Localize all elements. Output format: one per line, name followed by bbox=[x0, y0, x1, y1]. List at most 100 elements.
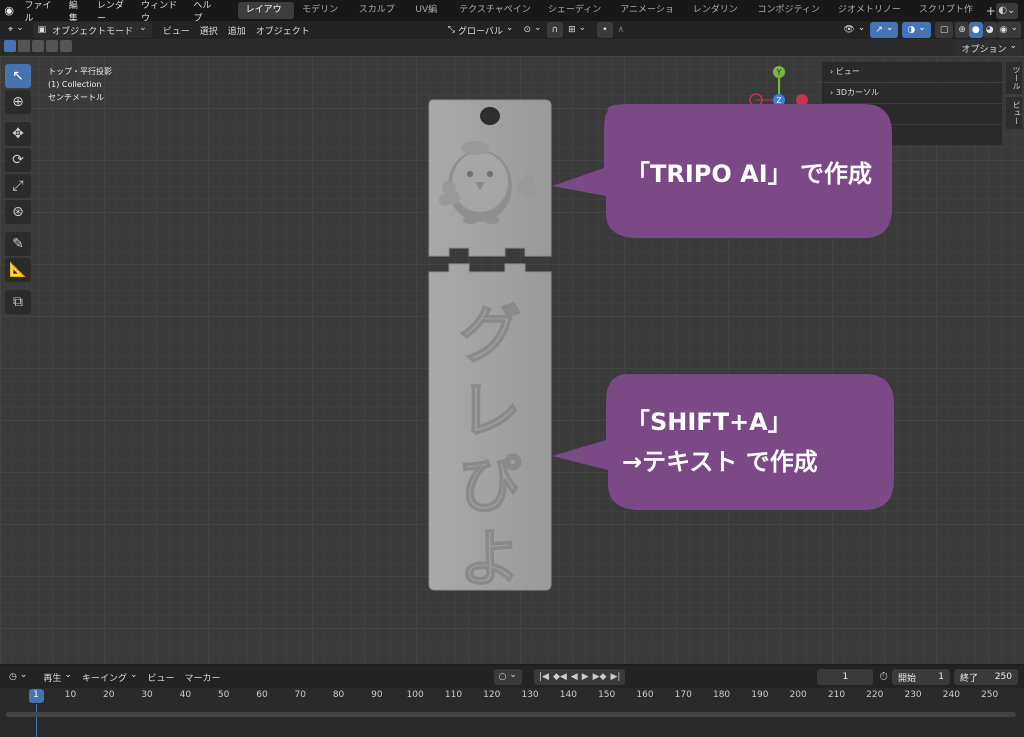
scale-tool[interactable]: ⤢ bbox=[5, 174, 31, 198]
transform-orientation-dropdown[interactable]: ⤡ グローバル bbox=[443, 22, 519, 38]
jump-start-icon[interactable]: |◀ bbox=[537, 672, 551, 682]
scene-selector-icon[interactable]: ◐⌄ bbox=[995, 2, 1018, 19]
play-icon[interactable]: ▶ bbox=[580, 672, 591, 682]
tab-tool[interactable]: ツール bbox=[1006, 62, 1022, 94]
navigation-gizmo[interactable]: Y Z bbox=[746, 62, 810, 108]
tab-layout[interactable]: レイアウト bbox=[237, 2, 295, 32]
tab-rendering[interactable]: レンダリング bbox=[685, 2, 750, 32]
menu-timeline-view[interactable]: ビュー bbox=[143, 669, 180, 685]
end-frame-field[interactable]: 終了 250 bbox=[954, 669, 1018, 685]
menu-playback[interactable]: 再生 bbox=[38, 669, 77, 685]
tool-shelf: ↖ ⊕ ✥ ⟳ ⤢ ⊛ ✎ 📐 ⧉ bbox=[5, 64, 33, 314]
timeline-scrollbar[interactable] bbox=[6, 712, 1016, 717]
add-workspace-button[interactable]: + bbox=[986, 4, 996, 18]
orientation-label: グローバル bbox=[457, 26, 503, 37]
select-invert-icon[interactable] bbox=[46, 40, 58, 52]
tab-uv-editing[interactable]: UV編集 bbox=[407, 2, 451, 32]
move-tool[interactable]: ✥ bbox=[5, 122, 31, 146]
menu-marker[interactable]: マーカー bbox=[180, 669, 226, 685]
timeline-editor-type-button[interactable]: ◷ bbox=[4, 669, 32, 685]
tab-texture-paint[interactable]: テクスチャペイント bbox=[451, 2, 540, 32]
timeline-editor: ◷ 再生 キーイング ビュー マーカー ○ |◀ ◆◀ ◀ ▶ ▶◆ ▶| 1 … bbox=[0, 664, 1024, 737]
blender-logo-icon[interactable]: ◉ bbox=[0, 4, 18, 17]
keyframe-track[interactable] bbox=[0, 704, 1024, 737]
keychain-model[interactable]: グ レ ぴ よ bbox=[425, 96, 555, 594]
mode-dropdown[interactable]: ▣ オブジェクトモード bbox=[32, 22, 152, 38]
cursor-tool[interactable]: ⊕ bbox=[5, 90, 31, 114]
panel-view-label: ビュー bbox=[835, 67, 860, 76]
tab-shading[interactable]: シェーディング bbox=[540, 2, 612, 32]
frame-tick-label: 240 bbox=[942, 690, 960, 700]
add-cube-tool[interactable]: ⧉ bbox=[5, 290, 31, 314]
xray-toggle[interactable]: ▢ bbox=[934, 22, 954, 38]
transform-tool[interactable]: ⊛ bbox=[5, 200, 31, 224]
current-frame-field[interactable]: 1 bbox=[817, 669, 874, 685]
menu-window[interactable]: ウィンドウ bbox=[135, 0, 187, 24]
select-extend-icon[interactable] bbox=[18, 40, 30, 52]
panel-3d-cursor[interactable]: › 3Dカーソル bbox=[822, 83, 1002, 103]
play-reverse-icon[interactable]: ◀ bbox=[569, 672, 580, 682]
shading-rendered-button[interactable]: ◉ bbox=[996, 22, 1021, 38]
snap-target-button[interactable]: ⊞ bbox=[563, 22, 591, 38]
shading-wireframe-button[interactable]: ⊕ bbox=[955, 22, 969, 38]
menu-edit[interactable]: 編集 bbox=[63, 0, 91, 24]
select-subtract-icon[interactable] bbox=[32, 40, 44, 52]
editor-type-button[interactable]: ⌖ bbox=[3, 22, 29, 38]
select-box-tool[interactable]: ↖ bbox=[5, 64, 31, 88]
tab-view[interactable]: ビュー bbox=[1006, 97, 1022, 129]
menu-keying[interactable]: キーイング bbox=[77, 669, 143, 685]
falloff-button[interactable]: ∧ bbox=[613, 22, 630, 38]
material-icon: ◕ bbox=[985, 25, 994, 35]
shading-solid-button[interactable]: ● bbox=[968, 22, 983, 38]
tab-compositing[interactable]: コンポジティング bbox=[749, 2, 829, 32]
menu-add[interactable]: 追加 bbox=[223, 22, 251, 38]
3d-viewport[interactable]: ↖ ⊕ ✥ ⟳ ⤢ ⊛ ✎ 📐 ⧉ トップ・平行投影 (1) Collectio… bbox=[0, 56, 1024, 664]
menu-file[interactable]: ファイル bbox=[18, 0, 62, 24]
pivot-point-button[interactable]: ⊙ bbox=[518, 22, 546, 38]
gizmo-toggle[interactable]: ↗ bbox=[870, 22, 899, 38]
select-intersect-icon[interactable] bbox=[60, 40, 72, 52]
frame-tick-label: 50 bbox=[217, 690, 230, 700]
menu-help[interactable]: ヘルプ bbox=[187, 0, 223, 24]
tab-geometry-nodes[interactable]: ジオメトリノード bbox=[830, 2, 911, 32]
prev-keyframe-icon[interactable]: ◆◀ bbox=[551, 672, 569, 682]
annotate-tool[interactable]: ✎ bbox=[5, 232, 31, 256]
tab-animation[interactable]: アニメーション bbox=[612, 2, 685, 32]
gizmo-icon: ↗ bbox=[875, 25, 883, 35]
tab-sculpt[interactable]: スカルプト bbox=[351, 2, 408, 32]
xray-icon: ▢ bbox=[939, 25, 949, 35]
frame-tick-label: 120 bbox=[483, 690, 501, 700]
proportional-edit-toggle[interactable]: • bbox=[597, 22, 613, 38]
menu-view[interactable]: ビュー bbox=[158, 22, 195, 38]
rotate-tool[interactable]: ⟳ bbox=[5, 148, 31, 172]
menu-object[interactable]: オブジェクト bbox=[251, 22, 315, 38]
pencil-icon: ✎ bbox=[12, 236, 24, 252]
3d-cursor-icon: ⊕ bbox=[12, 94, 24, 110]
frame-tick-label: 160 bbox=[636, 690, 654, 700]
keychain-char-1: グ bbox=[459, 298, 521, 371]
snap-toggle[interactable]: ∩ bbox=[546, 22, 564, 38]
select-new-icon[interactable] bbox=[4, 40, 16, 52]
visibility-dropdown[interactable]: 👁 bbox=[838, 22, 870, 38]
stopwatch-icon[interactable]: ⏱ bbox=[879, 670, 888, 684]
auto-keying-toggle[interactable]: ○ bbox=[493, 669, 522, 685]
jump-end-icon[interactable]: ▶| bbox=[608, 672, 622, 682]
start-value: 1 bbox=[938, 672, 944, 682]
rotate-icon: ⟳ bbox=[12, 152, 24, 168]
measure-tool[interactable]: 📐 bbox=[5, 258, 31, 282]
start-frame-field[interactable]: 開始 1 bbox=[892, 669, 950, 685]
options-dropdown[interactable]: オプション bbox=[956, 40, 1022, 56]
menu-render[interactable]: レンダー bbox=[91, 0, 135, 24]
tab-scripting[interactable]: スクリプト作成 bbox=[911, 2, 984, 32]
keyring-hole bbox=[480, 107, 500, 125]
tab-modeling[interactable]: モデリング bbox=[294, 2, 351, 32]
shading-material-button[interactable]: ◕ bbox=[982, 22, 997, 38]
y-axis-label: Y bbox=[776, 68, 782, 77]
frame-ruler[interactable]: 1 10 20 30 40 50 60 70 80 90 100 110 120 130 140 150 160… bbox=[0, 688, 1024, 704]
top-bar: ◉ ファイル 編集 レンダー ウィンドウ ヘルプ レイアウト モデリング スカル… bbox=[0, 0, 1024, 32]
panel-view[interactable]: › ビュー bbox=[822, 62, 1002, 82]
overlay-toggle[interactable]: ◑ bbox=[902, 22, 931, 38]
next-keyframe-icon[interactable]: ▶◆ bbox=[591, 672, 609, 682]
menu-select[interactable]: 選択 bbox=[195, 22, 223, 38]
wireframe-icon: ⊕ bbox=[958, 25, 966, 35]
